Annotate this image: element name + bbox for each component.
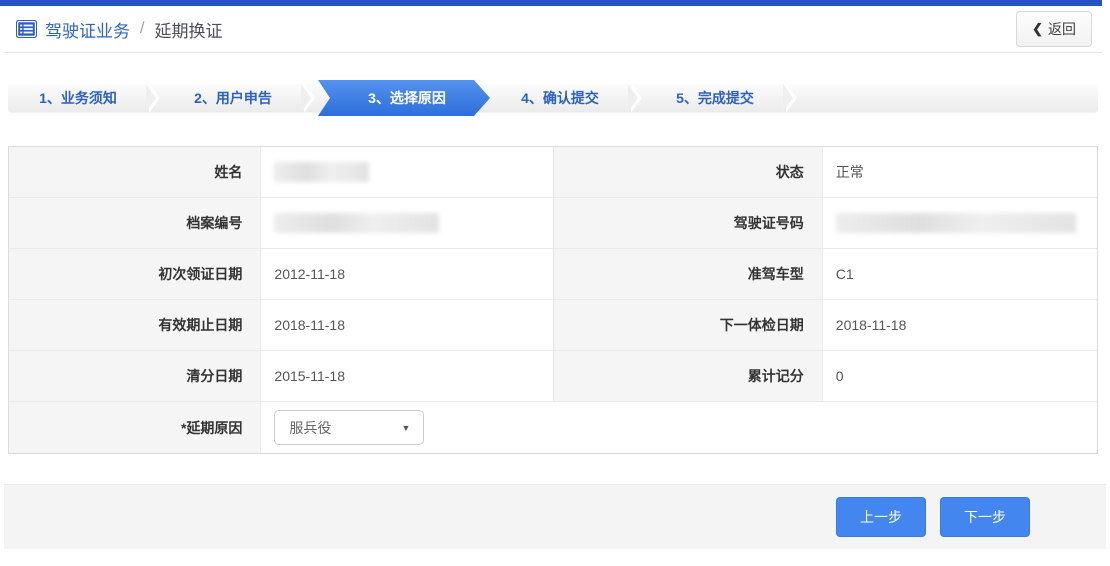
field-value-defer-reason: 服兵役 ▼	[261, 402, 1097, 453]
field-value-name	[261, 147, 553, 197]
field-label-file-number: 档案编号	[9, 198, 261, 248]
field-label-next-checkup-date: 下一体检日期	[553, 300, 823, 350]
field-label-vehicle-class: 准驾车型	[553, 249, 823, 299]
table-row-defer-reason: *延期原因 服兵役 ▼	[9, 402, 1097, 453]
table-row: 初次领证日期 2012-11-18 准驾车型 C1	[9, 249, 1097, 300]
field-value-status: 正常	[823, 147, 1097, 197]
redacted-value	[836, 213, 1076, 233]
dropdown-caret-icon: ▼	[401, 423, 410, 433]
step-tab-2[interactable]: 2、用户申告	[163, 84, 303, 112]
field-label-expiry-date: 有效期止日期	[9, 300, 261, 350]
field-value-file-number	[261, 198, 553, 248]
field-value-total-points: 0	[823, 351, 1097, 401]
breadcrumb: 驾驶证业务 / 延期换证	[16, 17, 222, 42]
defer-reason-selected-value: 服兵役	[289, 418, 331, 438]
back-chevron-icon: ❮	[1032, 21, 1043, 37]
field-label-points-clear-date: 清分日期	[9, 351, 261, 401]
page-container: 驾驶证业务 / 延期换证 ❮ 返回 1、业务须知 2、用户申告 3、选择原因 4…	[0, 6, 1102, 549]
page-title-secondary: 延期换证	[154, 17, 222, 42]
field-value-next-checkup-date: 2018-11-18	[823, 300, 1097, 350]
step-bar-filler	[800, 84, 1098, 112]
table-row: 清分日期 2015-11-18 累计记分 0	[9, 351, 1097, 402]
redacted-value	[274, 162, 369, 182]
field-value-first-issue-date: 2012-11-18	[261, 249, 553, 299]
field-value-vehicle-class: C1	[823, 249, 1097, 299]
step-tab-5[interactable]: 5、完成提交	[645, 84, 785, 112]
field-value-points-clear-date: 2015-11-18	[261, 351, 553, 401]
table-row: 有效期止日期 2018-11-18 下一体检日期 2018-11-18	[9, 300, 1097, 351]
step-tab-3-active[interactable]: 3、选择原因	[318, 80, 490, 116]
header: 驾驶证业务 / 延期换证 ❮ 返回	[4, 6, 1102, 53]
field-label-license-number: 驾驶证号码	[553, 198, 823, 248]
table-row: 姓名 状态 正常	[9, 147, 1097, 198]
page-title-primary: 驾驶证业务	[45, 17, 130, 42]
field-label-total-points: 累计记分	[553, 351, 823, 401]
step-tabs: 1、业务须知 2、用户申告 3、选择原因 4、确认提交 5、完成提交	[8, 84, 1098, 112]
step-separator-icon	[630, 84, 645, 112]
step-tab-4[interactable]: 4、确认提交	[490, 84, 630, 112]
previous-step-button[interactable]: 上一步	[836, 497, 926, 537]
field-label-name: 姓名	[9, 147, 261, 197]
field-label-first-issue-date: 初次领证日期	[9, 249, 261, 299]
form-list-icon	[16, 20, 37, 38]
defer-reason-select[interactable]: 服兵役 ▼	[274, 410, 424, 445]
field-label-defer-reason: *延期原因	[9, 402, 261, 453]
back-button[interactable]: ❮ 返回	[1016, 11, 1092, 47]
step-tab-1[interactable]: 1、业务须知	[8, 84, 148, 112]
footer-action-bar: 上一步 下一步	[4, 484, 1106, 549]
table-row: 档案编号 驾驶证号码	[9, 198, 1097, 249]
redacted-value	[274, 213, 439, 233]
breadcrumb-separator: /	[140, 20, 144, 38]
step-separator-icon	[148, 84, 163, 112]
license-detail-table: 姓名 状态 正常 档案编号 驾驶证号码 初次领证日期 2012-11-18 准驾…	[8, 146, 1098, 454]
field-label-status: 状态	[553, 147, 823, 197]
field-value-expiry-date: 2018-11-18	[261, 300, 553, 350]
step-separator-icon	[785, 84, 800, 112]
next-step-button[interactable]: 下一步	[940, 497, 1030, 537]
back-button-label: 返回	[1048, 19, 1076, 39]
step-separator-icon	[303, 84, 318, 112]
field-value-license-number	[823, 198, 1097, 248]
